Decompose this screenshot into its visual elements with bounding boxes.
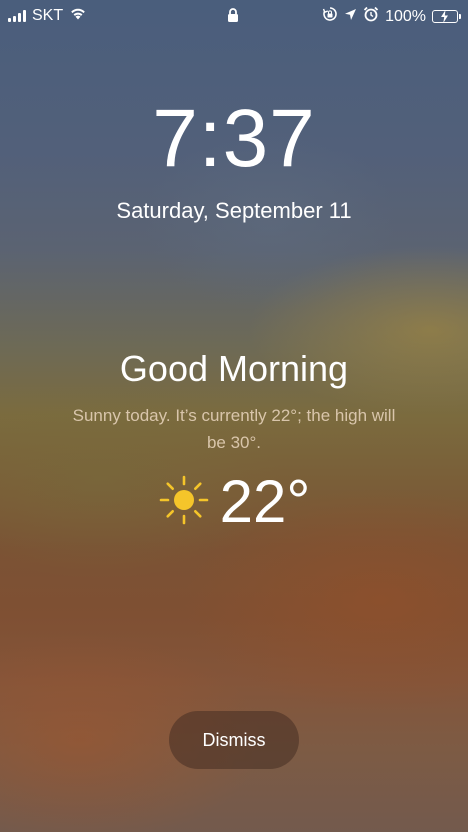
lock-screen-time: 7:37 [152, 93, 316, 184]
greeting-title: Good Morning [119, 348, 349, 389]
lock-screen-date: Saturday, September 11 [116, 198, 352, 223]
status-bar: SKT 100% [0, 0, 468, 32]
battery-charging-icon [432, 10, 461, 23]
lock-icon [227, 8, 239, 27]
wifi-icon [69, 6, 87, 25]
dismiss-button[interactable]: Dismiss [169, 711, 299, 769]
alarm-icon [363, 6, 379, 27]
location-icon [344, 8, 357, 26]
status-right: 100% [322, 6, 461, 27]
status-left: SKT [8, 6, 87, 25]
sun-icon [158, 474, 210, 531]
orientation-lock-icon [322, 6, 338, 27]
signal-icon [8, 9, 26, 22]
carrier-label: SKT [32, 6, 64, 24]
current-temperature: 22° [219, 468, 311, 535]
weather-summary: Sunny today. It’s currently 22°; the hig… [72, 406, 396, 452]
battery-percent: 100% [385, 7, 426, 25]
weather-row: 22° [0, 472, 468, 532]
